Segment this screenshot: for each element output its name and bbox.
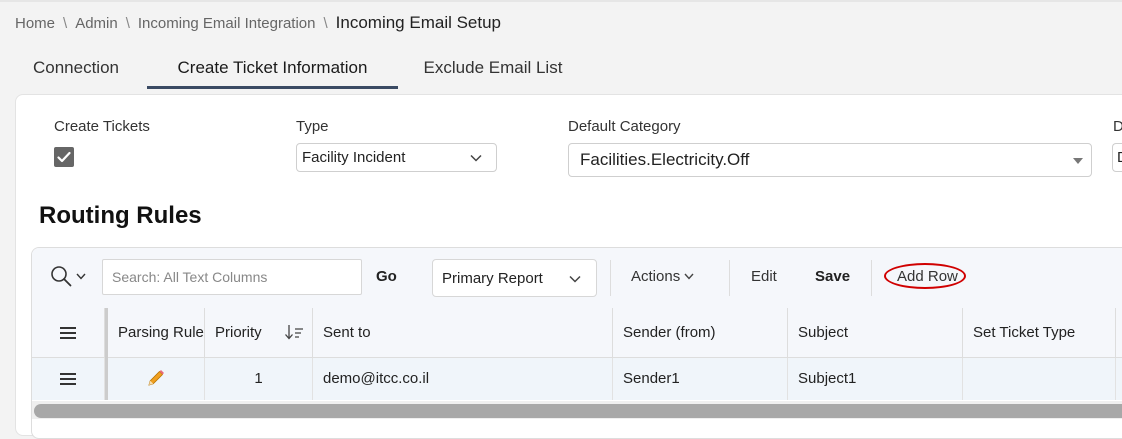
search-input[interactable] <box>102 259 362 295</box>
default-category-select[interactable]: Facilities.Electricity.Off <box>568 143 1092 177</box>
column-header-parsing-rules[interactable]: Parsing Rules <box>108 308 205 357</box>
save-button[interactable]: Save <box>815 268 850 285</box>
breadcrumb-home[interactable]: Home <box>15 15 55 32</box>
sort-descending-icon <box>285 325 303 340</box>
set-ticket-type-cell[interactable] <box>963 358 1116 400</box>
tab-exclude-email-list[interactable]: Exclude Email List <box>410 48 576 88</box>
grid-toolbar: Go Primary Report Actions Edit Save Add … <box>32 248 1122 309</box>
sent-to-cell[interactable]: demo@itcc.co.il <box>313 358 613 400</box>
sender-cell[interactable]: Sender1 <box>613 358 788 400</box>
actions-menu-button[interactable]: Actions <box>631 268 694 285</box>
breadcrumb-current: Incoming Email Setup <box>335 13 502 32</box>
breadcrumb: Home \ Admin \ Incoming Email Integratio… <box>15 12 501 34</box>
scrollbar-thumb[interactable] <box>34 404 1122 418</box>
column-header-subject[interactable]: Subject <box>788 308 963 357</box>
frozen-column-divider <box>105 308 108 400</box>
tab-connection[interactable]: Connection <box>14 48 138 88</box>
column-header-priority[interactable]: Priority <box>205 308 313 357</box>
default-category-label: Default Category <box>568 118 681 135</box>
row-menu-icon <box>60 373 76 385</box>
horizontal-scrollbar[interactable] <box>32 401 1122 419</box>
chevron-down-icon <box>76 273 86 280</box>
create-tickets-label: Create Tickets <box>54 118 150 135</box>
subject-cell[interactable]: Subject1 <box>788 358 963 400</box>
cut-off-field-value: D <box>1117 149 1122 166</box>
checkmark-icon <box>57 151 71 163</box>
report-select-value: Primary Report <box>442 269 543 287</box>
search-icon <box>51 266 72 287</box>
toolbar-divider <box>729 260 730 296</box>
report-select[interactable]: Primary Report <box>432 259 597 297</box>
go-button[interactable]: Go <box>376 268 397 285</box>
chevron-down-icon <box>470 154 482 162</box>
routing-rules-grid: Go Primary Report Actions Edit Save Add … <box>31 247 1122 439</box>
menu-icon <box>60 327 76 339</box>
add-row-highlight-ellipse <box>884 263 966 289</box>
type-select-value: Facility Incident <box>302 149 406 166</box>
tab-create-ticket-information[interactable]: Create Ticket Information <box>147 48 398 89</box>
cut-off-field-input[interactable]: D <box>1112 143 1122 172</box>
breadcrumb-incoming-email-integration[interactable]: Incoming Email Integration <box>138 15 316 32</box>
row-actions-cell[interactable] <box>32 358 105 400</box>
actions-label: Actions <box>631 268 681 285</box>
tab-bar: Connection Create Ticket Information Exc… <box>0 48 1122 89</box>
column-header-sender-from[interactable]: Sender (from) <box>613 308 788 357</box>
routing-rules-title: Routing Rules <box>39 202 202 229</box>
create-tickets-checkbox[interactable] <box>54 147 74 167</box>
column-header-sent-to[interactable]: Sent to <box>313 308 613 357</box>
table-row[interactable]: 1 demo@itcc.co.il Sender1 Subject1 <box>32 358 1122 400</box>
grid-header-row: Parsing Rules Priority Sent to Sender (f… <box>32 308 1122 358</box>
breadcrumb-admin[interactable]: Admin <box>75 15 118 32</box>
pencil-icon[interactable] <box>146 368 166 388</box>
cut-off-field-label: D <box>1113 118 1122 135</box>
column-header-set-ticket-type[interactable]: Set Ticket Type <box>963 308 1116 357</box>
default-category-value: Facilities.Electricity.Off <box>580 150 750 169</box>
caret-down-icon <box>1073 158 1083 164</box>
breadcrumb-separator: \ <box>323 14 328 32</box>
priority-cell[interactable]: 1 <box>205 358 313 400</box>
chevron-down-icon <box>684 273 694 280</box>
breadcrumb-separator: \ <box>63 14 68 32</box>
priority-header-label: Priority <box>215 324 262 341</box>
toolbar-divider <box>610 260 611 296</box>
toolbar-divider <box>871 260 872 296</box>
type-select[interactable]: Facility Incident <box>296 143 497 172</box>
type-label: Type <box>296 118 329 135</box>
search-column-selector[interactable] <box>50 265 86 287</box>
edit-button[interactable]: Edit <box>751 268 777 285</box>
top-border <box>0 0 1122 2</box>
parsing-rules-cell[interactable] <box>108 358 205 400</box>
row-selector-header[interactable] <box>32 308 105 357</box>
chevron-down-icon <box>569 275 581 283</box>
breadcrumb-separator: \ <box>125 14 130 32</box>
